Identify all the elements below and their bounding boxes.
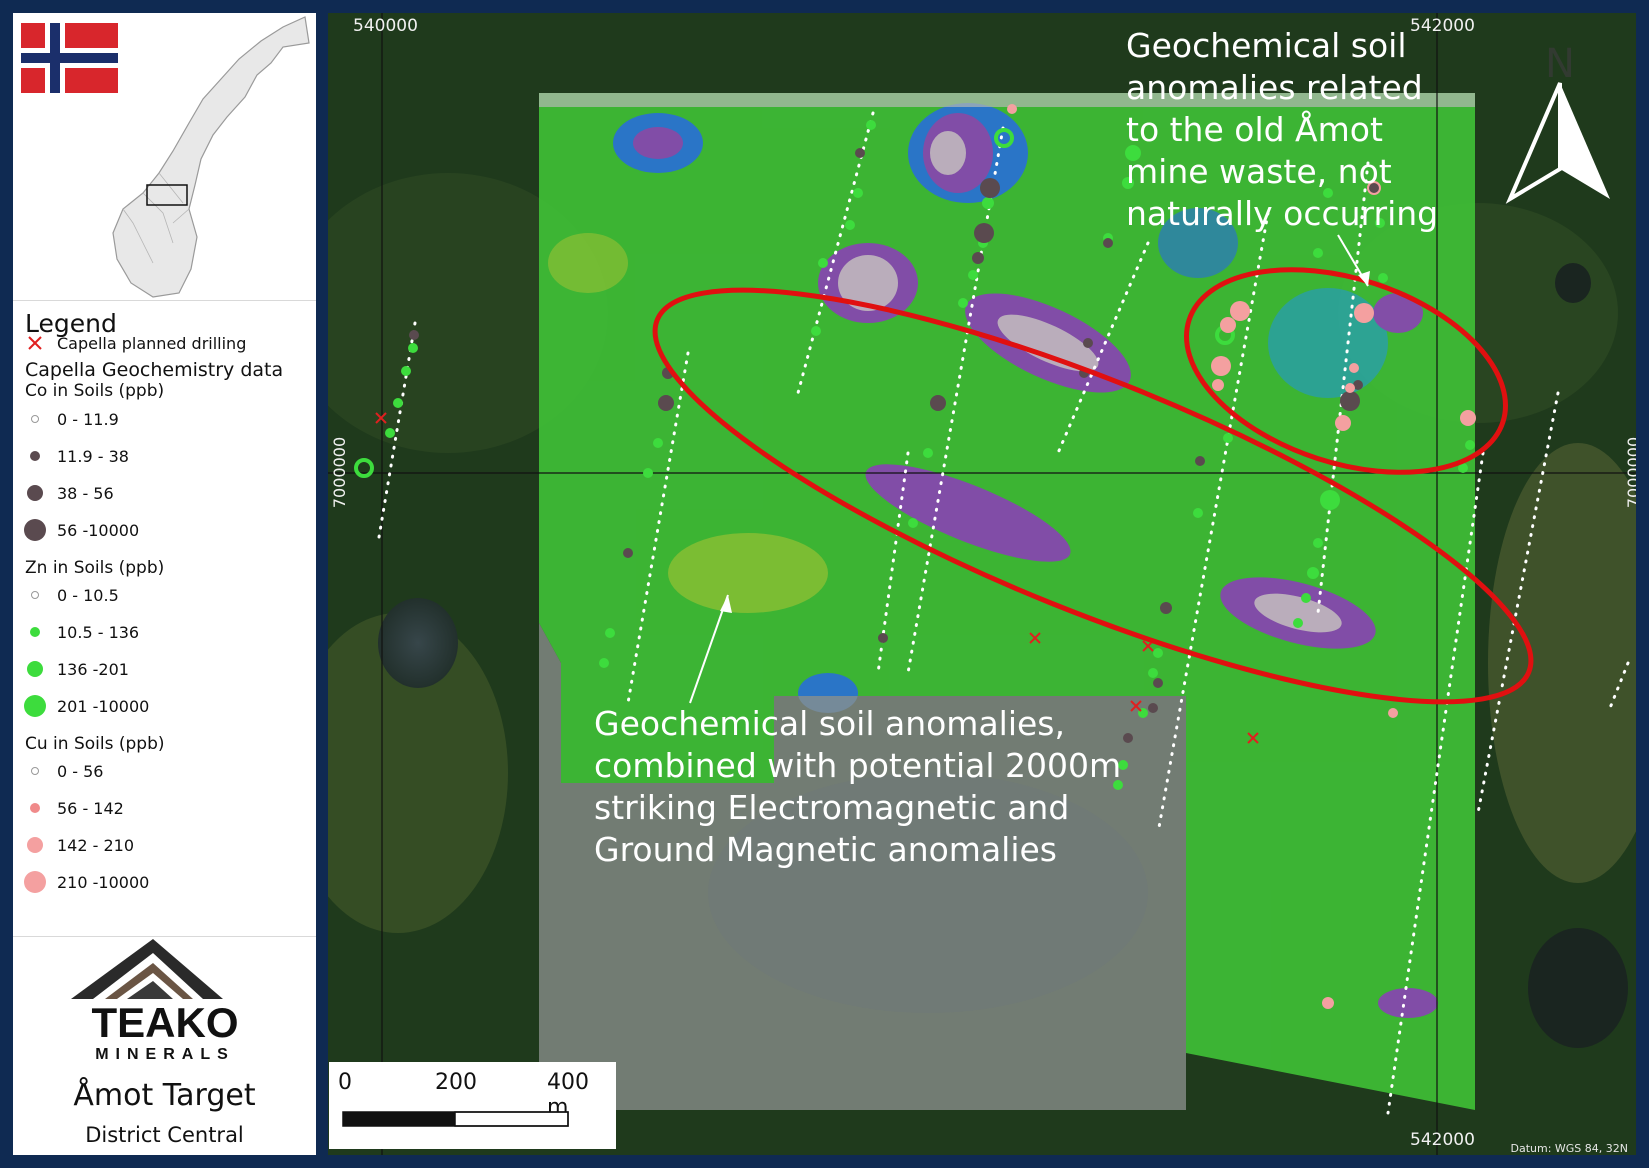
zn-dot-icon — [27, 661, 43, 677]
red-cross-icon — [28, 336, 42, 350]
teako-logo-icon: TEAKO MINERALS — [71, 939, 239, 1063]
norway-inset-svg — [21, 16, 310, 298]
logo-name: TEAKO — [92, 999, 239, 1046]
legend-co-title: Co in Soils (ppb) — [25, 381, 165, 401]
legend-co-class-2: 11.9 - 38 — [13, 442, 129, 470]
datum-label: Datum: WGS 84, 32N — [1510, 1142, 1628, 1155]
district-label: District Central — [85, 1123, 244, 1147]
legend-zn-class-1: 0 - 10.5 — [13, 581, 119, 609]
annotation-mine-waste: Geochemical soil anomalies related to th… — [1126, 26, 1439, 233]
legend-co-class-3: 38 - 56 — [13, 479, 114, 507]
legend-zn-title: Zn in Soils (ppb) — [25, 558, 165, 578]
map-frame[interactable]: N 540000 542000 542000 7000000 7000000 G… — [328, 13, 1636, 1155]
legend-zn-class-2: 10.5 - 136 — [13, 618, 139, 646]
cu-dot-icon — [27, 837, 43, 853]
legend-cu-class-2: 56 - 142 — [13, 794, 124, 822]
cu-dot-icon — [30, 803, 40, 813]
legend-co-class-4: 56 -10000 — [13, 516, 139, 544]
legend-panel: Legend Capella planned drilling Capella … — [13, 13, 316, 1155]
north-label: N — [1545, 41, 1575, 87]
zn-dot-icon — [30, 627, 40, 637]
scale-bar-graphic — [342, 1111, 569, 1127]
map-canvas: N — [328, 13, 1636, 1155]
target-title: Åmot Target — [73, 1078, 256, 1113]
coord-left-y: 7000000 — [330, 436, 350, 509]
zn-dot-icon — [24, 695, 46, 717]
zn-dot-icon — [31, 591, 39, 599]
co-dot-icon — [24, 519, 46, 541]
legend-cu-class-3: 142 - 210 — [13, 831, 134, 859]
cu-dot-icon — [24, 871, 46, 893]
legend-planned-drilling: Capella planned drilling — [13, 329, 246, 357]
legend-zn-class-3: 136 -201 — [13, 655, 129, 683]
coord-top-left: 540000 — [353, 16, 418, 36]
legend-cu-class-1: 0 - 56 — [13, 757, 103, 785]
co-dot-icon — [27, 485, 43, 501]
legend-cu-title: Cu in Soils (ppb) — [25, 734, 165, 754]
norway-flag-icon — [21, 23, 118, 93]
legend-dataset-title: Capella Geochemistry data — [25, 359, 284, 381]
legend-drilling-label: Capella planned drilling — [57, 333, 247, 353]
scale-bar: 0 200 400 m — [329, 1062, 616, 1149]
coord-right-y: 7000000 — [1624, 436, 1636, 509]
legend-zn-class-4: 201 -10000 — [13, 692, 149, 720]
legend-co-class-1: 0 - 11.9 — [13, 405, 119, 433]
norway-outline — [112, 16, 310, 298]
co-dot-icon — [30, 451, 40, 461]
legend-cu-class-4: 210 -10000 — [13, 868, 149, 896]
lake-left — [378, 598, 458, 688]
cu-dot-icon — [31, 767, 39, 775]
annotation-em-anomalies: Geochemical soil anomalies, combined wit… — [594, 704, 1122, 869]
coord-bottom-right: 542000 — [1410, 1130, 1475, 1150]
lake-right-bottom — [1528, 928, 1628, 1048]
lake-right-top — [1555, 263, 1591, 303]
logo-sub: MINERALS — [95, 1046, 235, 1063]
location-inset-map — [13, 13, 316, 301]
co-dot-icon — [31, 415, 39, 423]
